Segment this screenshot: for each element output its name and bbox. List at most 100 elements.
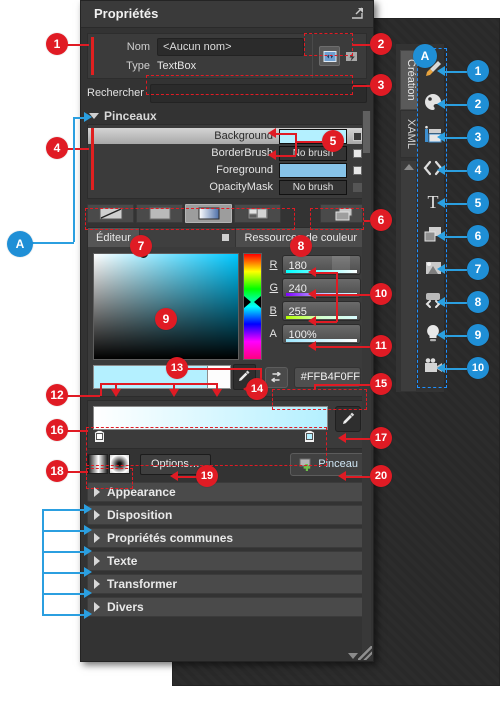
brush-advanced-marker[interactable]: [353, 131, 362, 141]
category-proprietes-communes[interactable]: Propriétés communes: [87, 528, 367, 548]
category-appearance[interactable]: Appearance: [87, 482, 367, 502]
panel-scrollbar-thumb[interactable]: [363, 111, 370, 153]
leader-5a: [295, 141, 322, 143]
brushes-section: Pinceaux Background BorderBrush No brush…: [87, 108, 367, 199]
leader-2: [353, 44, 370, 46]
chevron-right-icon: [94, 533, 100, 543]
callout-2: 2: [370, 33, 392, 55]
gradient-stop-color: [96, 433, 103, 440]
gradient-brush-icon[interactable]: [185, 204, 232, 223]
hue-slider[interactable]: [243, 253, 262, 360]
leader-10v: [336, 272, 338, 322]
category-divers[interactable]: Divers: [87, 597, 367, 617]
brush-row-opacitymask[interactable]: OpacityMask No brush: [88, 179, 366, 195]
hue-slider-handle[interactable]: [253, 296, 261, 308]
panel-collapse-arrow-icon[interactable]: [348, 653, 358, 659]
panel-resize-grip[interactable]: [358, 646, 372, 660]
swap-colors-button[interactable]: [265, 366, 288, 388]
category-texte[interactable]: Texte: [87, 551, 367, 571]
channel-input-a[interactable]: 100%: [281, 323, 361, 344]
undock-icon[interactable]: [350, 7, 364, 20]
leader-t2: [443, 104, 467, 106]
leader-t9: [443, 335, 467, 337]
type-label: Type: [126, 59, 150, 72]
leader-t10: [443, 368, 467, 370]
category-label: Appearance: [107, 485, 176, 499]
name-row: Nom <Aucun nom>: [104, 37, 312, 56]
callout-11: 11: [370, 335, 392, 357]
callout-9: 9: [155, 308, 177, 330]
callout-t5: 5: [467, 192, 489, 214]
property-categories: Appearance Disposition Propriétés commun…: [87, 482, 367, 617]
callout-t4: 4: [467, 159, 489, 181]
channel-input-b[interactable]: 255: [281, 300, 361, 321]
leader-acc-3: [42, 551, 86, 553]
arrow-19: [170, 471, 178, 481]
no-brush-icon[interactable]: [87, 204, 134, 223]
category-disposition[interactable]: Disposition: [87, 505, 367, 525]
callout-1: 1: [46, 33, 68, 55]
add-brush-resource-label: Pinceau: [318, 458, 358, 470]
callout-12: 12: [46, 384, 68, 406]
brush-advanced-marker[interactable]: [353, 165, 362, 175]
linear-gradient-icon[interactable]: [87, 454, 108, 474]
brush-resources-icon[interactable]: [320, 204, 367, 223]
brushes-section-header[interactable]: Pinceaux: [87, 108, 367, 124]
callout-t9: 9: [467, 324, 489, 346]
leader-acc-5: [42, 593, 86, 595]
solid-color-brush-icon[interactable]: [136, 204, 183, 223]
brush-name: Background: [214, 130, 273, 142]
brushes-accent-bar: [91, 128, 94, 190]
scroll-up-arrow-icon[interactable]: [404, 164, 414, 170]
callout-A-left: A: [7, 231, 33, 257]
identity-buttons: [312, 34, 361, 78]
leader-t6: [443, 236, 467, 238]
eyedropper-icon[interactable]: [335, 406, 361, 432]
callout-13: 13: [166, 357, 188, 379]
search-row: Rechercher: [87, 83, 367, 103]
cube-arrow-icon[interactable]: [319, 46, 340, 66]
callout-15: 15: [370, 373, 392, 395]
brush-value[interactable]: No brush: [279, 179, 347, 195]
type-value: TextBox: [157, 59, 197, 72]
brush-name: OpacityMask: [209, 181, 273, 193]
category-transformer[interactable]: Transformer: [87, 574, 367, 594]
category-label: Propriétés communes: [107, 531, 234, 545]
gradient-preview-bar[interactable]: [93, 406, 328, 430]
callout-18: 18: [46, 460, 68, 482]
name-label: Nom: [126, 40, 150, 53]
tab-xaml[interactable]: XAML: [400, 109, 418, 158]
search-label: Rechercher: [87, 87, 144, 99]
leader-5d: [276, 155, 296, 157]
arrow-5b: [268, 150, 276, 160]
arrow-t4: [437, 165, 445, 175]
small-square-icon[interactable]: [222, 234, 230, 241]
tile-brush-icon[interactable]: [234, 204, 281, 223]
arrow-t6: [437, 231, 445, 241]
arrow-t8: [437, 297, 445, 307]
gradient-stop-start[interactable]: [94, 430, 105, 443]
arrow-acc-1: [84, 504, 92, 514]
callout-20: 20: [370, 465, 392, 487]
tool-panel-scrollbar[interactable]: [400, 160, 417, 392]
callout-7: 7: [130, 235, 152, 257]
gradient-stop-track[interactable]: [93, 430, 328, 443]
hue-slider-handle[interactable]: [244, 296, 251, 308]
channel-slider-knob[interactable]: [332, 255, 350, 270]
leader-12t: [100, 383, 218, 385]
gradient-stop-end[interactable]: [304, 430, 315, 443]
leader-15: [314, 384, 370, 386]
add-brush-resource-button[interactable]: Pinceau: [290, 452, 367, 476]
saturation-value-square[interactable]: [93, 249, 239, 360]
brush-row-foreground[interactable]: Foreground: [88, 162, 366, 178]
channel-label-r: R: [269, 258, 278, 271]
name-input[interactable]: <Aucun nom>: [157, 37, 304, 56]
gradient-stops-editor: [87, 400, 367, 449]
gradient-options-row: Options… Pinceau: [87, 452, 367, 476]
search-input[interactable]: [149, 83, 367, 103]
brush-swatch[interactable]: [279, 162, 347, 178]
lightning-icon[interactable]: [342, 47, 361, 65]
channel-label-a: A: [269, 327, 277, 340]
radial-gradient-icon[interactable]: [109, 454, 130, 474]
brush-advanced-marker[interactable]: [353, 148, 362, 158]
